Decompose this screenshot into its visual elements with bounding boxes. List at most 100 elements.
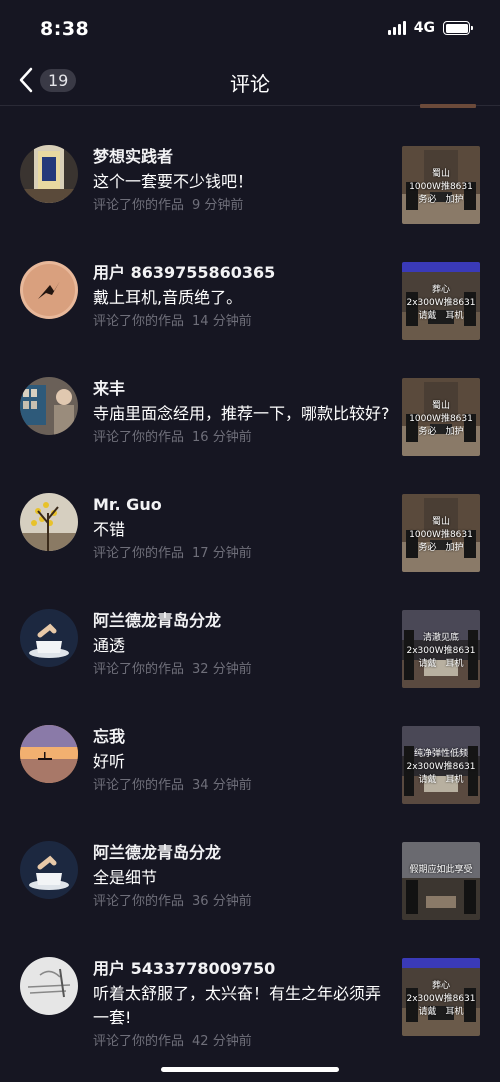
thumbnail-caption-line: 蜀山: [431, 169, 450, 179]
thumbnail-caption: 假期应如此享受: [402, 864, 480, 877]
comment-time: 42 分钟前: [192, 1034, 252, 1049]
comment-action: 评论了你的作品: [93, 198, 185, 213]
video-thumbnail[interactable]: 纯净弹性低频 2x300W推8631 请戴 耳机: [402, 726, 480, 804]
comment-time: 34 分钟前: [192, 778, 252, 793]
comment-text: 这个一套要不少钱吧！: [93, 172, 254, 191]
thumbnail-caption-line: 假期应如此享受: [409, 865, 473, 875]
comment-item[interactable]: 来丰寺庙里面念经用，推荐一下，哪款比较好? 评论了你的作品 16 分钟前 蜀山 1000…: [0, 348, 500, 464]
home-indicator[interactable]: [161, 1067, 339, 1072]
video-thumbnail[interactable]: 葬心 2x300W推8631 请戴 耳机: [402, 958, 480, 1036]
status-indicators: 4G: [387, 20, 473, 36]
comment-time: 16 分钟前: [192, 430, 252, 445]
thumbnail-caption-line: 1000W推8631: [409, 414, 473, 424]
username[interactable]: 梦想实践者: [93, 146, 393, 168]
username[interactable]: 用户 5433778009750: [93, 958, 393, 980]
nav-bar: 19 评论: [0, 58, 500, 106]
comment-content: 梦想实践者这个一套要不少钱吧！ 评论了你的作品 9 分钟前: [93, 146, 393, 216]
thumbnail-caption: 蜀山 1000W推8631 务必 加护: [402, 168, 480, 207]
thumbnail-caption: 清澈见底 2x300W推8631 请戴 耳机: [402, 632, 480, 671]
comment-content: 用户 5433778009750 听着太舒服了，太兴奋！有生之年必须弄一套! 评论了…: [93, 958, 393, 1052]
username[interactable]: 用户 8639755860365: [93, 262, 393, 284]
comment-content: 来丰寺庙里面念经用，推荐一下，哪款比较好? 评论了你的作品 16 分钟前: [93, 378, 393, 448]
avatar[interactable]: [20, 841, 78, 899]
thumbnail-caption-line: 2x300W推8631: [406, 298, 476, 308]
battery-icon: [443, 21, 473, 35]
avatar[interactable]: [20, 493, 78, 551]
avatar[interactable]: [20, 377, 78, 435]
username[interactable]: 阿兰德龙青岛分龙: [93, 610, 393, 632]
video-thumbnail[interactable]: 蜀山 1000W推8631 务必 加护: [402, 494, 480, 572]
thumbnail-caption-line: 2x300W推8631: [406, 646, 476, 656]
comment-action: 评论了你的作品: [93, 546, 185, 561]
network-type: 4G: [413, 20, 435, 36]
avatar[interactable]: [20, 261, 78, 319]
video-thumbnail[interactable]: 蜀山 1000W推8631 务必 加护: [402, 378, 480, 456]
avatar[interactable]: [20, 725, 78, 783]
video-thumbnail-image: [402, 842, 480, 920]
partial-thumbnail: [420, 104, 476, 108]
thumbnail-caption-line: 蜀山: [431, 401, 450, 411]
comment-item[interactable]: 忘我 好听 评论了你的作品 34 分钟前 纯净弹性低频 2x300W推8631 请戴 耳机: [0, 696, 500, 812]
username[interactable]: 阿兰德龙青岛分龙: [93, 842, 393, 864]
comment-time: 9 分钟前: [192, 198, 244, 213]
avatar[interactable]: [20, 957, 78, 1015]
comment-item[interactable]: Mr. Guo 不错 评论了你的作品 17 分钟前 蜀山 1000W推8631 务必 加护: [0, 464, 500, 580]
thumbnail-caption-line: 纯净弹性低频: [413, 749, 468, 759]
comment-text: 好听: [93, 752, 126, 771]
thumbnail-caption-line: 1000W推8631: [409, 182, 473, 192]
video-thumbnail[interactable]: 蜀山 1000W推8631 务必 加护: [402, 146, 480, 224]
thumbnail-caption-line: 请戴 耳机: [418, 311, 464, 321]
thumbnail-caption-line: 清澈见底: [422, 633, 459, 643]
status-bar: 8:38 4G: [0, 0, 500, 58]
comment-text: 通透: [93, 636, 126, 655]
comment-item[interactable]: 用户 5433778009750 听着太舒服了，太兴奋！有生之年必须弄一套! 评论了…: [0, 928, 500, 1049]
comment-action: 评论了你的作品: [93, 430, 185, 445]
avatar[interactable]: [20, 609, 78, 667]
comment-list: 梦想实践者 这个一套要不少钱吧！ 评论了你的作品 9 分钟前 蜀山 1000W推8631 务…: [0, 116, 500, 1049]
comment-content: 阿兰德龙青岛分龙 通透评论了你的作品 32 分钟前: [93, 610, 393, 680]
thumbnail-caption-line: 2x300W推8631: [406, 762, 476, 772]
comment-item[interactable]: 阿兰德龙青岛分龙 全是细节评论了你的作品 36 分钟前 假期应如此享受: [0, 812, 500, 928]
video-thumbnail[interactable]: 葬心 2x300W推8631 请戴 耳机: [402, 262, 480, 340]
comment-meta: 评论了你的作品 16 分钟前: [93, 428, 393, 448]
comment-action: 评论了你的作品: [93, 662, 185, 677]
thumbnail-caption-line: 务必 加护: [418, 427, 464, 437]
thumbnail-caption: 纯净弹性低频 2x300W推8631 请戴 耳机: [402, 748, 480, 787]
thumbnail-caption-line: 蜀山: [431, 517, 450, 527]
thumbnail-caption-line: 请戴 耳机: [418, 1007, 464, 1017]
avatar[interactable]: [20, 145, 78, 203]
comment-meta: 评论了你的作品 17 分钟前: [93, 544, 393, 564]
comment-time: 32 分钟前: [192, 662, 252, 677]
comment-item[interactable]: 用户 8639755860365 戴上耳机,音质绝了。 评论了你的作品 14 分钟前 葬…: [0, 232, 500, 348]
video-thumbnail[interactable]: 清澈见底 2x300W推8631 请戴 耳机: [402, 610, 480, 688]
comment-text: 全是细节: [93, 868, 158, 887]
comment-time: 36 分钟前: [192, 894, 252, 909]
comment-content: 用户 8639755860365 戴上耳机,音质绝了。 评论了你的作品 14 分钟前: [93, 262, 393, 332]
thumbnail-caption-line: 1000W推8631: [409, 530, 473, 540]
thumbnail-caption-line: 请戴 耳机: [418, 659, 464, 669]
comment-content: 阿兰德龙青岛分龙 全是细节评论了你的作品 36 分钟前: [93, 842, 393, 912]
comment-meta: 评论了你的作品 9 分钟前: [93, 196, 393, 216]
comment-meta: 评论了你的作品 36 分钟前: [93, 892, 393, 912]
username[interactable]: 忘我: [93, 726, 393, 748]
thumbnail-caption-line: 务必 加护: [418, 195, 464, 205]
signal-icon: [387, 21, 406, 35]
comment-meta: 评论了你的作品 14 分钟前: [93, 312, 393, 332]
username[interactable]: Mr. Guo: [93, 494, 393, 516]
comment-content: Mr. Guo 不错 评论了你的作品 17 分钟前: [93, 494, 393, 564]
comment-item[interactable]: 阿兰德龙青岛分龙 通透评论了你的作品 32 分钟前 清澈见底 2x300W推8631 请戴…: [0, 580, 500, 696]
comment-item[interactable]: 梦想实践者这个一套要不少钱吧！ 评论了你的作品 9 分钟前 蜀山 1000W推8631 务…: [0, 116, 500, 232]
video-thumbnail[interactable]: 假期应如此享受: [402, 842, 480, 920]
thumbnail-caption: 葬心 2x300W推8631 请戴 耳机: [402, 284, 480, 323]
thumbnail-caption: 蜀山 1000W推8631 务必 加护: [402, 400, 480, 439]
thumbnail-caption-line: 务必 加护: [418, 543, 464, 553]
comment-text: 寺庙里面念经用，推荐一下，哪款比较好?: [93, 404, 390, 423]
comment-time: 14 分钟前: [192, 314, 252, 329]
comment-action: 评论了你的作品: [93, 314, 185, 329]
thumbnail-caption-line: 葬心: [431, 981, 450, 991]
status-time: 8:38: [40, 18, 90, 40]
thumbnail-caption: 蜀山 1000W推8631 务必 加护: [402, 516, 480, 555]
thumbnail-caption-line: 请戴 耳机: [418, 775, 464, 785]
username[interactable]: 来丰: [93, 378, 393, 400]
comment-text: 听着太舒服了，太兴奋！有生之年必须弄一套!: [93, 984, 382, 1027]
